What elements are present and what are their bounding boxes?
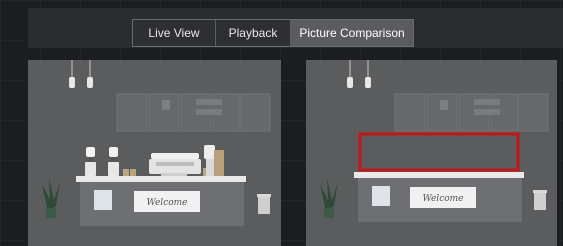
counter-icon: Welcome — [76, 176, 246, 226]
pendant-lamp-icon — [347, 60, 371, 88]
welcome-sign-text: Welcome — [146, 198, 187, 208]
view-mode-tabs: Live View Playback Picture Comparison — [132, 19, 414, 47]
counter-icon: Welcome — [354, 172, 524, 222]
wall-cabinet-icon — [116, 93, 271, 132]
trash-bin-icon — [533, 190, 547, 210]
wall-cabinet-icon — [394, 93, 549, 132]
tab-picture-comparison[interactable]: Picture Comparison — [291, 20, 413, 46]
comparison-image-panel[interactable]: Welcome — [306, 60, 557, 246]
coffee-grinder-icon — [85, 147, 119, 176]
espresso-machine-icon — [149, 153, 201, 176]
reference-image-panel[interactable]: Welcome — [28, 60, 281, 246]
plant-icon — [42, 178, 60, 218]
plant-icon — [320, 178, 338, 218]
difference-highlight-box[interactable] — [358, 132, 520, 172]
picture-comparison-app: Live View Playback Picture Comparison We… — [0, 0, 563, 246]
comparison-scene: Welcome — [306, 60, 557, 246]
trash-bin-icon — [257, 194, 271, 214]
pendant-lamp-icon — [69, 60, 93, 88]
coffee-grinder-icon — [204, 145, 224, 176]
tab-playback[interactable]: Playback — [216, 20, 291, 46]
reference-scene: Welcome — [28, 60, 281, 246]
welcome-sign-text: Welcome — [422, 194, 463, 204]
tab-live-view[interactable]: Live View — [133, 20, 216, 46]
